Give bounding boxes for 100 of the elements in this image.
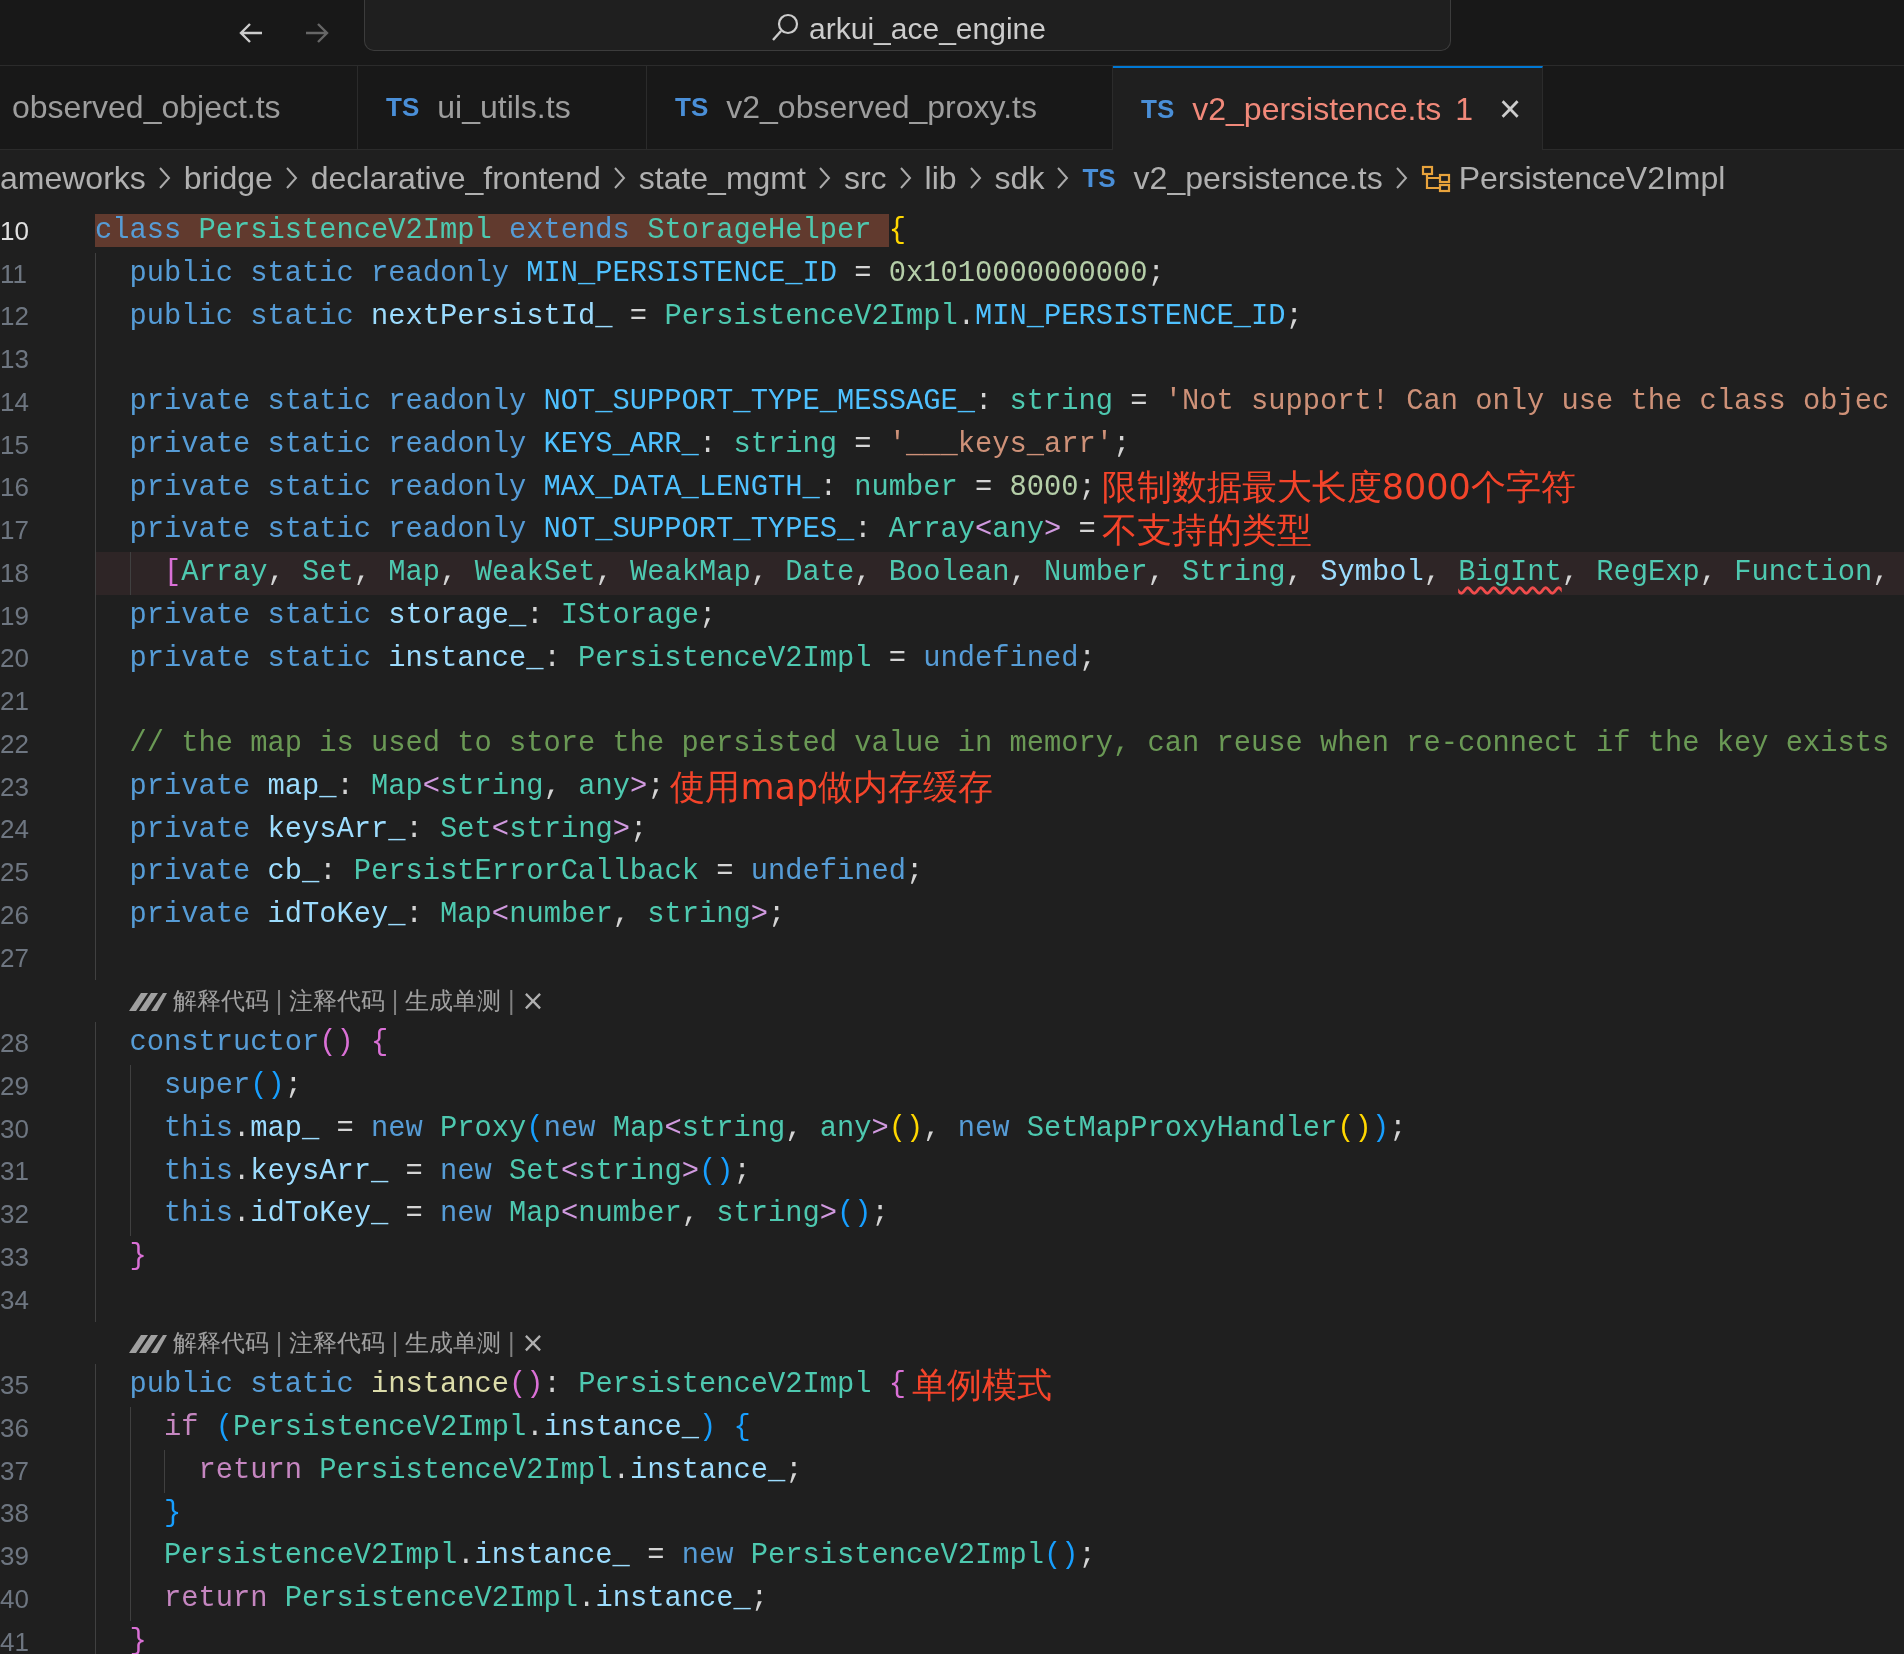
separator-text: | (507, 1328, 516, 1357)
line-number: 24 (0, 814, 30, 846)
tab-label: v2_persistence.ts (1192, 90, 1442, 128)
breadcrumb-item[interactable]: PersistenceV2Impl (1458, 159, 1726, 197)
breadcrumb-item[interactable]: lib (924, 159, 957, 197)
line-number: 12 (0, 301, 30, 333)
search-field[interactable]: arkui_ace_engine (364, 0, 1451, 51)
line-number: 25 (0, 857, 30, 889)
line-number: 14 (0, 386, 30, 418)
code-lens-link[interactable]: 注释代码 (289, 984, 386, 1017)
code-line: public static readonly MIN_PERSISTENCE_ID = 0x1010000000000; (95, 252, 1165, 296)
line-number: 31 (0, 1156, 30, 1188)
code-line: public static nextPersistId_ = PersistenceV2Impl.MIN_PERSISTENCE_ID; (95, 295, 1303, 339)
typescript-file-icon: TS (1141, 93, 1175, 125)
line-number: 26 (0, 899, 30, 931)
breadcrumb-item[interactable]: v2_persistence.ts (1133, 159, 1383, 197)
close-button[interactable]: × (521, 1326, 545, 1360)
code-line: class PersistenceV2Impl extends StorageHelper { (95, 213, 906, 249)
line-number: 34 (0, 1284, 30, 1316)
breadcrumb-item[interactable]: src (843, 159, 887, 197)
line-number: 28 (0, 1028, 30, 1060)
typescript-file-icon: TS (675, 92, 709, 123)
breadcrumb-item[interactable]: ameworks (0, 159, 146, 197)
chevron-right-icon (283, 165, 300, 191)
annotation-note: 使用map做内存缓存 (670, 765, 994, 809)
line-number: 41 (0, 1626, 30, 1654)
chevron-right-icon (967, 165, 984, 191)
code-line: private map_: Map<string, any>; (95, 765, 665, 809)
line-number: 16 (0, 472, 30, 504)
close-button[interactable]: × (1499, 87, 1522, 131)
tab-label: ui_utils.ts (437, 89, 571, 126)
code-line: [Array, Set, Map, WeakSet, WeakMap, Date, Boolean, Number, String, Symbol, BigInt, RegExp, Function, (95, 552, 1890, 595)
code-line: } (95, 1236, 147, 1279)
code-line: // the map is used to store the persisted value in memory, can reuse when re-connect if the key exists (95, 723, 1890, 766)
editor-tab[interactable]: observed_object.ts (0, 66, 358, 149)
line-number: 36 (0, 1412, 30, 1444)
line-number: 17 (0, 515, 30, 547)
line-number: 27 (0, 942, 30, 974)
line-number: 30 (0, 1113, 30, 1145)
editor-tab[interactable]: TS ui_utils.ts (358, 66, 647, 149)
separator-text: | (507, 986, 516, 1015)
code-line: private idToKey_: Map<number, string>; (95, 894, 786, 937)
line-number: 13 (0, 344, 30, 376)
line-number: 33 (0, 1241, 30, 1273)
code-lens-link[interactable]: 注释代码 (289, 1326, 386, 1359)
code-line: private static readonly KEYS_ARR_: string = '___keys_arr'; (95, 423, 1131, 467)
close-button[interactable]: × (521, 984, 545, 1018)
line-number: 40 (0, 1583, 30, 1615)
annotation-note: 不支持的类型 (1101, 509, 1312, 553)
code-line: private static instance_: PersistenceV2Impl = undefined; (95, 637, 1096, 681)
tab-label: observed_object.ts (12, 89, 281, 126)
code-lens-link[interactable]: 生成单测 (405, 1326, 502, 1359)
line-number: 18 (0, 557, 30, 589)
chevron-right-icon (156, 165, 173, 191)
breadcrumb-item[interactable]: state_mgmt (638, 159, 806, 197)
line-number: 21 (0, 686, 30, 718)
code-line: } (95, 1620, 147, 1654)
code-line: public static instance(): PersistenceV2Impl { (95, 1364, 906, 1407)
code-line: private static storage_: IStorage; (95, 594, 717, 638)
line-number: 29 (0, 1070, 30, 1102)
code-line: private static readonly NOT_SUPPORT_TYPE_MESSAGE_: string = 'Not support! Can only use the class objec (95, 381, 1890, 424)
annotation-note: 单例模式 (911, 1364, 1052, 1408)
problem-count: 1 (1455, 90, 1474, 128)
line-number: 15 (0, 429, 30, 461)
code-line: this.map_ = new Proxy(new Map<string, any>(), new SetMapProxyHandler()); (95, 1107, 1407, 1151)
code-line: if (PersistenceV2Impl.instance_) { (95, 1407, 751, 1450)
chevron-right-icon (897, 165, 914, 191)
line-number: 22 (0, 728, 30, 760)
line-number: 23 (0, 771, 30, 803)
typescript-file-icon: TS (1082, 162, 1116, 194)
code-line: this.idToKey_ = new Map<number, string>(); (95, 1193, 889, 1236)
code-lens-link[interactable]: 生成单测 (405, 984, 502, 1017)
separator-text: | (391, 986, 400, 1015)
code-lens-link[interactable]: 解释代码 (173, 984, 269, 1017)
annotation-note: 限制数据最大长度8000个字符 (1101, 466, 1576, 510)
line-number: 37 (0, 1455, 30, 1487)
breadcrumb-item[interactable]: bridge (183, 159, 273, 197)
breadcrumb-item[interactable]: declarative_frontend (310, 159, 601, 197)
code-line: return PersistenceV2Impl.instance_; (95, 1449, 803, 1493)
code-line: private cb_: PersistErrorCallback = undefined; (95, 851, 924, 894)
code-line: constructor() { (95, 1022, 389, 1065)
code-lens-link[interactable]: 解释代码 (173, 1326, 269, 1359)
tab-label: v2_observed_proxy.ts (726, 89, 1037, 126)
line-number: 11 (0, 258, 28, 290)
chevron-right-icon (816, 165, 833, 191)
line-number: 19 (0, 600, 30, 632)
code-line: private static readonly MAX_DATA_LENGTH_: number = 8000; (95, 466, 1096, 510)
line-number: 20 (0, 643, 30, 675)
separator-text: | (275, 1328, 284, 1357)
search-icon (770, 12, 800, 42)
code-line: super(); (95, 1065, 303, 1108)
breadcrumb-item[interactable]: sdk (994, 159, 1045, 197)
code-line: private keysArr_: Set<string>; (95, 808, 648, 852)
class-symbol-icon (1420, 163, 1451, 193)
chevron-right-icon (1393, 165, 1410, 191)
code-line: private static readonly NOT_SUPPORT_TYPES_: Array<any> = (95, 509, 1096, 552)
typescript-file-icon: TS (386, 92, 420, 123)
editor-tab[interactable]: TS v2_persistence.ts 1 × (1113, 66, 1543, 150)
line-number: 39 (0, 1541, 30, 1573)
code-line: PersistenceV2Impl.instance_ = new PersistenceV2Impl(); (95, 1535, 1096, 1578)
